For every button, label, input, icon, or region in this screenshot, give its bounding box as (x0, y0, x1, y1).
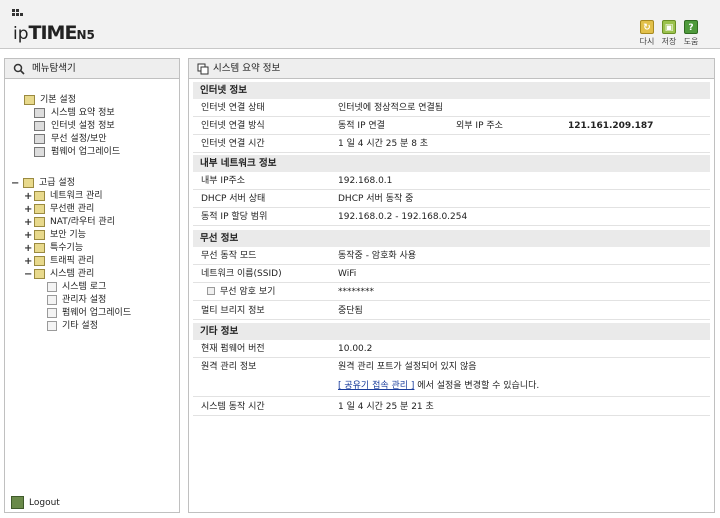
row-internet-time: 인터넷 연결 시간 1 일 4 시간 25 분 8 초 (193, 135, 710, 153)
page-icon (47, 295, 57, 305)
menu-explorer-title: 메뉴탐색기 (32, 63, 76, 74)
row-dhcp-status: DHCP 서버 상태 DHCP 서버 동작 중 (193, 190, 710, 208)
checkbox-icon[interactable] (207, 287, 215, 295)
expand-icon[interactable]: + (24, 229, 32, 242)
collapse-icon[interactable]: − (24, 268, 32, 281)
folder-icon (34, 217, 45, 227)
section-wireless: 무선 정보 (193, 230, 710, 247)
row-system-uptime: 시스템 동작 시간 1 일 4 시간 25 분 21 초 (193, 398, 710, 416)
collapse-icon[interactable]: − (11, 177, 19, 190)
system-summary-header: 시스템 요약 정보 (189, 59, 714, 79)
section-internal-network: 내부 네트워크 정보 (193, 155, 710, 172)
folder-icon (34, 243, 45, 253)
section-internet: 인터넷 정보 (193, 82, 710, 99)
folder-icon (23, 178, 34, 188)
save-button[interactable]: ▣ 저장 (658, 20, 680, 47)
folder-icon (34, 191, 45, 201)
page-title: 시스템 요약 정보 (213, 63, 281, 74)
row-firmware-version: 현재 펌웨어 버전 10.00.2 (193, 340, 710, 358)
folder-icon (34, 204, 45, 214)
lock-icon (34, 230, 45, 240)
globe-icon (34, 121, 45, 131)
page-icon (47, 321, 57, 331)
row-internal-ip: 내부 IP주소 192.168.0.1 (193, 172, 710, 190)
row-internet-status: 인터넷 연결 상태 인터넷에 정상적으로 연결됨 (193, 99, 710, 117)
show-password-checkbox[interactable]: 무선 암호 보기 (207, 283, 275, 301)
remote-access-link[interactable]: [ 공유기 접속 관리 ] (338, 381, 414, 391)
expand-icon[interactable]: + (24, 242, 32, 255)
row-remote-management: 원격 관리 정보 원격 관리 포트가 설정되어 있지 않음 [ 공유기 접속 관… (193, 358, 710, 397)
folder-icon (34, 256, 45, 266)
folder-icon (34, 269, 45, 279)
magnifier-icon (13, 63, 25, 75)
row-wireless-password: 무선 암호 보기 ******** (193, 283, 710, 301)
refresh-button[interactable]: ↻ 다시 (636, 20, 658, 47)
row-internet-method: 인터넷 연결 방식 동적 IP 연결 외부 IP 주소 121.161.209.… (193, 117, 710, 135)
page-icon (47, 282, 57, 292)
menu-explorer-header: 메뉴탐색기 (5, 59, 179, 79)
row-ssid: 네트워크 이름(SSID) WiFi (193, 265, 710, 283)
chart-icon (34, 108, 45, 118)
help-icon: ? (684, 20, 698, 34)
firmware-icon (34, 147, 45, 157)
expand-icon[interactable]: + (24, 255, 32, 268)
page-icon (47, 308, 57, 318)
system-summary-panel: 시스템 요약 정보 인터넷 정보 인터넷 연결 상태 인터넷에 정상적으로 연결… (188, 58, 715, 513)
section-other: 기타 정보 (193, 323, 710, 340)
wireless-icon (34, 134, 45, 144)
expand-icon[interactable]: + (24, 216, 32, 229)
expand-icon[interactable]: + (24, 190, 32, 203)
help-button[interactable]: ? 도움 (680, 20, 702, 47)
windows-icon (197, 63, 209, 75)
menu-explorer-panel: 메뉴탐색기 기본 설정 시스템 요약 정보 인터넷 설정 정보 무선 설정/보안… (4, 58, 180, 513)
logout-icon (11, 496, 24, 509)
row-dhcp-range: 동적 IP 할당 범위 192.168.0.2 - 192.168.0.254 (193, 208, 710, 226)
folder-icon (24, 95, 35, 105)
iptime-logo: ipTIMEN5 (13, 22, 95, 44)
refresh-icon: ↻ (640, 20, 654, 34)
row-wireless-mode: 무선 동작 모드 동작중 - 암호화 사용 (193, 247, 710, 265)
row-multi-bridge: 멀티 브리지 정보 중단됨 (193, 302, 710, 320)
expand-icon[interactable]: + (24, 203, 32, 216)
save-icon: ▣ (662, 20, 676, 34)
header-bar: ipTIMEN5 ↻ 다시 ▣ 저장 ? 도움 (0, 0, 720, 49)
